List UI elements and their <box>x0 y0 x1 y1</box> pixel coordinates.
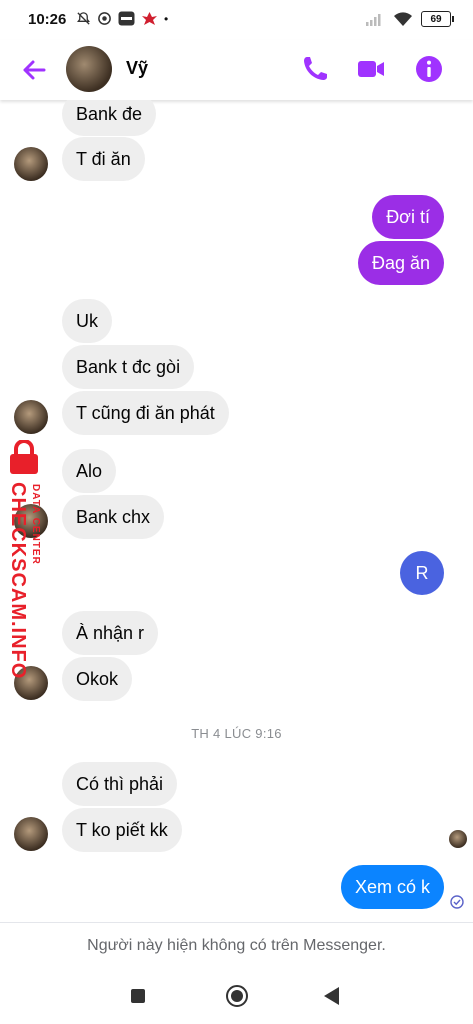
back-arrow-icon[interactable] <box>20 56 48 84</box>
lock-icon <box>10 440 38 474</box>
message-bubble-incoming[interactable]: Uk <box>62 299 112 343</box>
more-notifications-dot: • <box>164 11 169 26</box>
info-icon[interactable] <box>414 54 444 84</box>
sender-avatar[interactable] <box>14 817 48 851</box>
video-call-icon[interactable] <box>356 54 386 84</box>
battery-indicator: 69 <box>421 11 454 27</box>
message-bubble-incoming[interactable]: T ko piết kk <box>62 808 182 852</box>
outgoing-reply-avatar[interactable]: R <box>400 551 444 595</box>
system-navigation-bar <box>0 968 473 1024</box>
phone-call-icon[interactable] <box>300 54 330 84</box>
message-bubble-incoming[interactable]: T đi ăn <box>62 137 145 181</box>
checkscam-watermark: CHECKSCAM.INFO DATA CENTER <box>2 440 46 679</box>
status-time: 10:26 <box>28 11 67 28</box>
home-icon[interactable] <box>226 985 248 1007</box>
message-bubble-incoming[interactable]: T cũng đi ăn phát <box>62 391 229 435</box>
contact-name[interactable]: Vỹ <box>126 58 148 79</box>
back-triangle-icon[interactable] <box>324 987 339 1005</box>
seen-indicator-avatar <box>449 830 467 848</box>
message-bubble-incoming[interactable]: À nhận r <box>62 611 159 655</box>
message-list[interactable]: Bank đe T đi ăn Đơi tí Đag ăn Uk Bank t … <box>0 100 473 922</box>
message-bubble-incoming[interactable]: Bank t đc gòi <box>62 345 195 389</box>
bell-off-icon <box>77 12 90 25</box>
message-bubble-incoming[interactable]: Alo <box>62 449 117 493</box>
unavailable-notice: Người này hiện không có trên Messenger. <box>0 922 473 969</box>
conversation-header: Vỹ <box>0 40 473 100</box>
notification-icons: • <box>76 11 168 26</box>
message-bubble-incoming[interactable]: Okok <box>62 657 133 701</box>
watermark-subtitle: DATA CENTER <box>30 484 41 565</box>
message-bubble-outgoing[interactable]: Đơi tí <box>372 195 444 239</box>
contact-avatar[interactable] <box>66 46 112 92</box>
message-bubble-incoming[interactable]: Bank đe <box>62 100 157 136</box>
watermark-title: CHECKSCAM.INFO <box>7 482 29 680</box>
recent-apps-icon[interactable] <box>131 989 145 1003</box>
sent-check-icon <box>450 895 464 909</box>
wifi-icon <box>394 11 412 26</box>
sync-icon <box>98 12 111 25</box>
signal-icon <box>366 14 381 26</box>
system-icons: 69 <box>365 11 454 27</box>
message-bubble-outgoing[interactable]: Đag ăn <box>357 241 444 285</box>
message-bubble-outgoing[interactable]: Xem có k <box>340 865 444 909</box>
time-separator: TH 4 LÚC 9:16 <box>191 726 282 741</box>
sender-avatar[interactable] <box>14 400 48 434</box>
app-flower-icon <box>142 12 157 25</box>
message-bubble-incoming[interactable]: Có thì phải <box>62 762 178 806</box>
message-bubble-incoming[interactable]: Bank chx <box>62 495 165 539</box>
sender-avatar[interactable] <box>14 147 48 181</box>
status-bar: 10:26 • 69 <box>0 0 473 40</box>
zalo-icon <box>118 11 135 26</box>
